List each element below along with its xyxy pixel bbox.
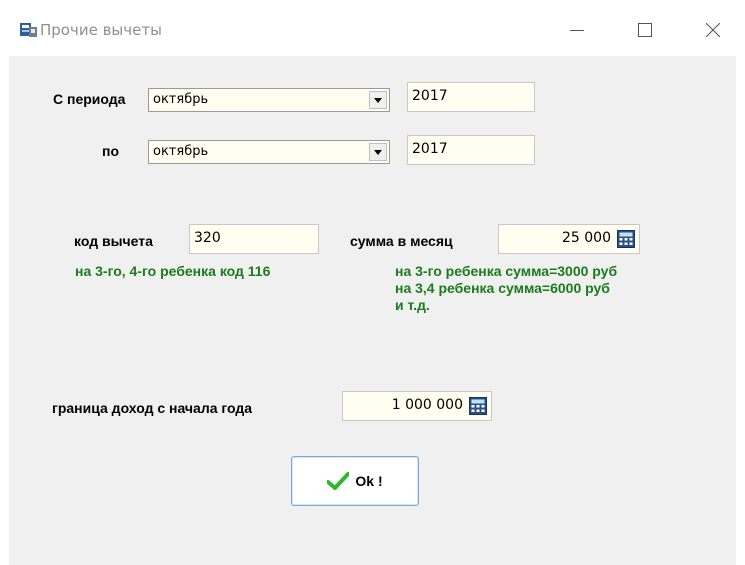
chevron-down-icon [374, 97, 382, 103]
close-icon [706, 23, 720, 37]
income-limit-label: граница доход с начала года [52, 400, 253, 416]
deduction-code-hint: на 3-го, 4-го ребенка код 116 [75, 263, 271, 279]
monthly-amount-label: сумма в месяц [350, 233, 453, 249]
income-limit-value: 1 000 000 [391, 397, 463, 413]
calculator-icon[interactable] [617, 230, 635, 248]
period-to-month-select[interactable]: октябрь [148, 140, 390, 164]
period-to-year-value: 2017 [412, 141, 448, 157]
deduction-code-label: код вычета [74, 233, 153, 249]
period-from-year-value: 2017 [412, 88, 448, 104]
period-to-label: по [102, 143, 120, 159]
period-from-year-field[interactable]: 2017 [407, 82, 535, 112]
monthly-amount-field[interactable]: 25 000 [498, 224, 640, 254]
period-from-label: С периода [53, 91, 126, 107]
minimize-icon [570, 30, 584, 31]
dropdown-button[interactable] [369, 91, 387, 109]
maximize-icon [638, 23, 652, 37]
calculator-icon[interactable] [469, 397, 487, 415]
dialog-body: С периода октябрь 2017 по октябрь 2017 к… [9, 56, 736, 565]
ok-button-label: Ok ! [355, 473, 383, 489]
income-limit-field[interactable]: 1 000 000 [342, 391, 492, 421]
maximize-button[interactable] [622, 10, 668, 50]
chevron-down-icon [374, 149, 382, 155]
app-window-icon [20, 23, 37, 37]
checkmark-icon [327, 472, 350, 490]
deduction-code-field[interactable]: 320 [189, 224, 319, 254]
dropdown-button[interactable] [369, 143, 387, 161]
amount-hint-line-3: и т.д. [395, 297, 430, 313]
period-to-month-value: октябрь [153, 144, 209, 159]
period-from-month-value: октябрь [153, 92, 209, 107]
amount-hint-line-1: на 3-го ребенка сумма=3000 руб [395, 263, 618, 279]
period-from-month-select[interactable]: октябрь [148, 88, 390, 112]
minimize-button[interactable] [554, 10, 600, 50]
monthly-amount-value: 25 000 [562, 230, 611, 246]
amount-hint-line-2: на 3,4 ребенка сумма=6000 руб [395, 280, 610, 296]
window-title: Прочие вычеты [40, 21, 162, 39]
ok-button[interactable]: Ok ! [291, 456, 419, 506]
close-button[interactable] [690, 10, 736, 50]
deduction-code-value: 320 [194, 230, 221, 246]
title-bar: Прочие вычеты [0, 0, 745, 56]
period-to-year-field[interactable]: 2017 [407, 135, 535, 165]
